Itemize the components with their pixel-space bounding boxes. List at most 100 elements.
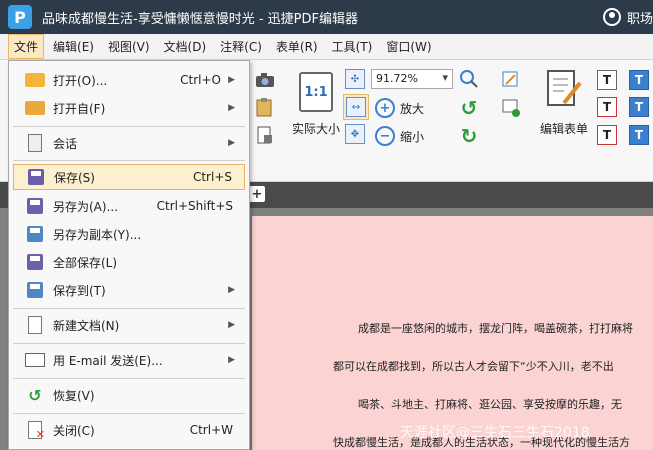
revert-icon: ↺: [28, 385, 42, 405]
typewriter-button[interactable]: T: [628, 69, 650, 91]
menu-item-save-as[interactable]: 另存为(A)... Ctrl+Shift+S: [13, 193, 245, 219]
menu-item-email[interactable]: 用 E-mail 发送(E)... ▶: [13, 347, 245, 373]
menu-separator: [13, 126, 245, 127]
user-account[interactable]: 职场: [602, 0, 653, 34]
shortcut-label: Ctrl+Shift+S: [156, 199, 233, 213]
menu-view[interactable]: 视图(V): [103, 35, 155, 58]
folder-open-icon: [25, 71, 45, 89]
add-field-button[interactable]: [499, 96, 523, 120]
menu-item-label: 全部保存(L): [53, 255, 118, 270]
typewriter-icon: T: [629, 70, 649, 90]
paste-icon[interactable]: [254, 96, 276, 118]
edit-form-button[interactable]: [542, 68, 586, 112]
submenu-arrow-icon: ▶: [228, 320, 235, 330]
menu-window[interactable]: 窗口(W): [381, 35, 436, 58]
text-field-icon: T: [597, 70, 617, 90]
shortcut-label: Ctrl+W: [189, 423, 233, 437]
session-icon: [25, 134, 45, 152]
shortcut-label: Ctrl+O: [180, 73, 221, 87]
new-document-icon: [25, 316, 45, 334]
fit-visible-icon: ✥: [345, 124, 365, 144]
shortcut-label: Ctrl+S: [192, 170, 232, 184]
menu-separator: [13, 378, 245, 379]
callout-button[interactable]: T: [628, 124, 650, 146]
menu-item-save[interactable]: 保存(S) Ctrl+S: [13, 164, 245, 190]
menu-item-label: 恢复(V): [53, 388, 95, 403]
menu-item-label: 用 E-mail 发送(E)...: [53, 353, 163, 368]
rotate-right-icon: ↻: [460, 124, 478, 148]
minus-icon: −: [375, 126, 395, 146]
edit-form-icon: [547, 70, 582, 106]
submenu-arrow-icon: ▶: [228, 75, 235, 85]
text-annotation-button[interactable]: T: [628, 96, 650, 118]
menu-item-open[interactable]: 打开(O)... Ctrl+O ▶: [13, 67, 245, 93]
document-text-line: 喝茶、斗地主、打麻将、逛公园、享受按摩的乐趣，无: [358, 398, 622, 411]
menu-edit[interactable]: 编辑(E): [48, 35, 99, 58]
menu-item-save-all[interactable]: 全部保存(L): [13, 249, 245, 275]
menu-tools[interactable]: 工具(T): [327, 35, 378, 58]
edit-form-label: 编辑表单: [540, 122, 589, 136]
menu-file[interactable]: 文件: [8, 34, 45, 59]
menu-item-close[interactable]: ✕ 关闭(C) Ctrl+W: [13, 417, 245, 443]
menu-item-revert[interactable]: ↺ 恢复(V): [13, 382, 245, 408]
submenu-arrow-icon: ▶: [228, 103, 235, 113]
menu-item-open-from[interactable]: 打开自(F) ▶: [13, 95, 245, 121]
watermark-text: 天涯社区@三生石三生石2018: [400, 425, 590, 441]
fit-width-button[interactable]: ↔: [343, 94, 369, 120]
document-tool-icon[interactable]: [254, 124, 276, 146]
menu-item-label: 保存(S): [54, 170, 95, 185]
zoom-in-label[interactable]: 放大: [400, 100, 424, 117]
title-bar: P 品味成都慢生活-享受慵懒惬意慢时光 - 迅捷PDF编辑器 职场: [0, 0, 653, 34]
plus-icon: +: [375, 98, 395, 118]
save-disk-icon: [26, 168, 46, 186]
menu-comment[interactable]: 注释(C): [215, 35, 267, 58]
menu-item-label: 会话: [53, 136, 78, 151]
fit-width-icon: ↔: [346, 97, 366, 117]
menu-form[interactable]: 表单(R): [271, 35, 323, 58]
zoom-out-label[interactable]: 缩小: [400, 128, 424, 145]
save-all-icon: [25, 253, 45, 271]
rotate-right-button[interactable]: ↻: [457, 124, 481, 148]
menu-item-save-copy[interactable]: 另存为副本(Y)...: [13, 221, 245, 247]
actual-size-button[interactable]: 1:1: [298, 70, 334, 114]
app-logo-icon: P: [8, 5, 32, 29]
submenu-arrow-icon: ▶: [228, 285, 235, 295]
save-to-icon: [25, 281, 45, 299]
fit-visible-button[interactable]: ✥: [345, 124, 365, 144]
menu-document[interactable]: 文档(D): [159, 35, 212, 58]
text-line-icon: T: [597, 125, 617, 145]
new-tab-plus-icon[interactable]: +: [249, 186, 265, 202]
menu-item-session[interactable]: 会话 ▶: [13, 130, 245, 156]
form-tool-button[interactable]: [499, 68, 523, 92]
save-as-icon: [25, 197, 45, 215]
zoom-select[interactable]: 91.72%: [371, 69, 453, 89]
camera-icon[interactable]: [254, 70, 276, 90]
fit-page-button[interactable]: ✣: [345, 69, 365, 89]
add-field-icon: [502, 99, 520, 117]
zoom-tool-button[interactable]: [457, 68, 481, 90]
menu-item-label: 关闭(C): [53, 423, 95, 438]
menu-separator: [13, 413, 245, 414]
rotate-left-button[interactable]: ↺: [457, 96, 481, 120]
text-field-button[interactable]: T: [596, 69, 618, 91]
menu-item-label: 保存到(T): [53, 283, 106, 298]
user-icon: [602, 8, 621, 26]
menu-separator: [13, 308, 245, 309]
menu-item-new-document[interactable]: 新建文档(N) ▶: [13, 312, 245, 338]
file-menu-dropdown: 打开(O)... Ctrl+O ▶ 打开自(F) ▶ 会话 ▶ 保存(S) Ct…: [8, 60, 250, 450]
fit-page-icon: ✣: [345, 69, 365, 89]
zoom-out-button[interactable]: −: [373, 124, 397, 148]
menu-item-label: 打开(O)...: [53, 73, 108, 88]
text-box-button[interactable]: T: [596, 96, 618, 118]
document-text-line: 都可以在成都找到，所以古人才会留下“少不入川，老不出: [333, 360, 614, 373]
menu-item-label: 另存为副本(Y)...: [53, 227, 142, 242]
menu-item-label: 打开自(F): [53, 101, 106, 116]
text-box-icon: T: [597, 97, 617, 117]
menu-item-save-to[interactable]: 保存到(T) ▶: [13, 277, 245, 303]
zoom-in-button[interactable]: +: [373, 96, 397, 120]
text-annotation-icon: T: [629, 97, 649, 117]
text-line-button[interactable]: T: [596, 124, 618, 146]
menu-item-label: 另存为(A)...: [53, 199, 119, 214]
menu-separator: [13, 343, 245, 344]
menu-bar: 文件 编辑(E) 视图(V) 文档(D) 注释(C) 表单(R) 工具(T) 窗…: [0, 34, 653, 60]
